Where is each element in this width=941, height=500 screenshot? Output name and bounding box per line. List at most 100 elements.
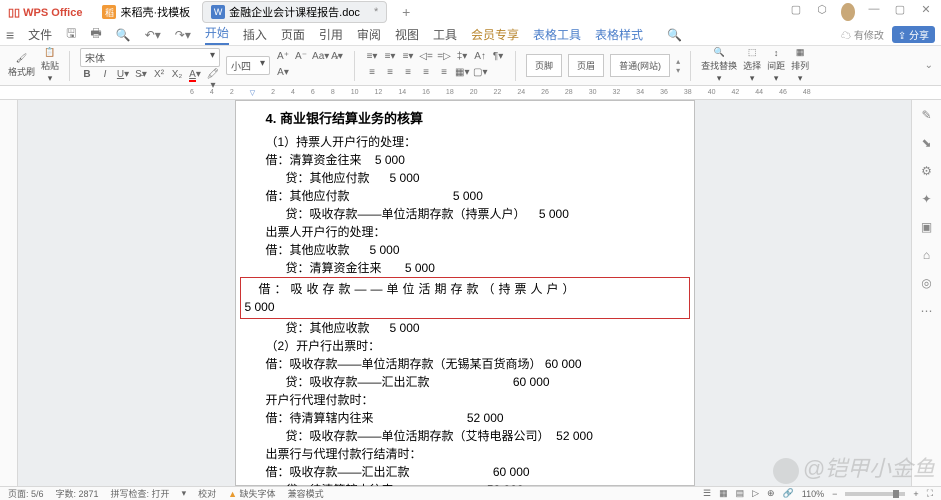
- font-size-select[interactable]: 小四▾: [226, 56, 270, 75]
- shading-button[interactable]: ▦▾: [455, 67, 469, 81]
- italic-button[interactable]: I: [98, 69, 112, 83]
- view-icon[interactable]: ▤: [736, 488, 745, 499]
- menu-table-tools[interactable]: 表格工具: [533, 26, 581, 43]
- search-icon[interactable]: 🔍: [667, 28, 682, 42]
- increase-font-button[interactable]: A⁺: [276, 51, 290, 65]
- tab-template[interactable]: 稻 来稻壳·找模板: [94, 2, 198, 22]
- subscript-button[interactable]: X₂: [170, 69, 184, 83]
- hamburger-icon[interactable]: ≡: [6, 27, 14, 43]
- menu-insert[interactable]: 插入: [243, 26, 267, 43]
- bold-button[interactable]: B: [80, 69, 94, 83]
- align-right-button[interactable]: ≡: [401, 67, 415, 81]
- app-icon[interactable]: ▢: [789, 3, 803, 21]
- word-count[interactable]: 字数: 2871: [56, 487, 99, 500]
- spacing-button[interactable]: ↕间距▾: [767, 48, 785, 84]
- menu-reference[interactable]: 引用: [319, 26, 343, 43]
- more-icon[interactable]: ⋯: [921, 304, 933, 318]
- align-left-button[interactable]: ≡: [365, 67, 379, 81]
- page-indicator[interactable]: 页面: 5/6: [8, 487, 44, 500]
- style-normal-web[interactable]: 普通(网站): [610, 54, 670, 77]
- numbering-button[interactable]: ≡▾: [383, 51, 397, 65]
- horizontal-ruler[interactable]: 642 ▽ 2468 10121416 18202224 26283032 34…: [0, 86, 941, 100]
- select-button[interactable]: ⬚选择▾: [743, 47, 761, 84]
- document-canvas[interactable]: 4. 商业银行结算业务的核算 （1）持票人开户行的处理： 借：清算资金往来 5 …: [18, 100, 911, 486]
- line-spacing-button[interactable]: ‡▾: [455, 51, 469, 65]
- layers-icon[interactable]: ▣: [921, 220, 932, 234]
- style-header[interactable]: 页眉: [568, 54, 604, 77]
- format-painter[interactable]: 🖌 格式刷: [8, 53, 35, 78]
- close-button[interactable]: ✕: [919, 3, 933, 21]
- save-icon[interactable]: 🖫: [66, 24, 76, 45]
- preview-icon[interactable]: 🔍: [116, 28, 131, 42]
- target-icon[interactable]: ⊕: [767, 488, 775, 499]
- compat-mode[interactable]: 兼容模式: [288, 487, 324, 500]
- clear-format-button[interactable]: A̷▾: [330, 51, 344, 65]
- pencil-icon[interactable]: ✎: [921, 108, 931, 122]
- view-icon[interactable]: ☰: [703, 488, 711, 499]
- link-icon[interactable]: 🔗: [783, 488, 794, 499]
- arrange-button[interactable]: ▦排列▾: [791, 47, 809, 84]
- fullscreen-icon[interactable]: ⛶: [927, 488, 933, 499]
- ribbon-collapse-icon[interactable]: ⌄: [925, 60, 933, 71]
- new-tab-button[interactable]: +: [397, 3, 415, 21]
- find-replace-button[interactable]: 🔍查找替换▾: [701, 47, 737, 84]
- style-more[interactable]: ▴▾: [676, 57, 680, 75]
- border-button[interactable]: ▢▾: [473, 67, 487, 81]
- file-menu[interactable]: 文件: [28, 26, 52, 43]
- paste-button[interactable]: 📋 粘贴▾: [41, 47, 59, 84]
- increase-indent-button[interactable]: =▷: [437, 51, 451, 65]
- zoom-in-button[interactable]: +: [913, 489, 918, 499]
- underline-button[interactable]: U▾: [116, 69, 130, 83]
- change-case-button[interactable]: Aa▾: [312, 51, 326, 65]
- sparkle-icon[interactable]: ✦: [921, 192, 931, 206]
- gear-icon[interactable]: ⚙: [921, 164, 932, 178]
- cloud-status[interactable]: ☁ 有修改: [841, 27, 884, 42]
- user-avatar[interactable]: [841, 3, 855, 21]
- minimize-button[interactable]: —: [867, 3, 881, 21]
- maximize-button[interactable]: ▢: [893, 3, 907, 21]
- view-icon[interactable]: ▦: [719, 488, 728, 499]
- text-line: 贷：清算资金往来 5 000: [246, 259, 684, 277]
- highlight-button[interactable]: 🖍▾: [206, 69, 220, 83]
- menu-table-style[interactable]: 表格样式: [595, 26, 643, 43]
- superscript-button[interactable]: X²: [152, 69, 166, 83]
- menu-view[interactable]: 视图: [395, 26, 419, 43]
- show-marks-button[interactable]: ¶▾: [491, 51, 505, 65]
- zoom-out-button[interactable]: −: [832, 489, 837, 499]
- bullets-button[interactable]: ≡▾: [365, 51, 379, 65]
- play-icon[interactable]: ▷: [752, 488, 759, 499]
- document-page[interactable]: 4. 商业银行结算业务的核算 （1）持票人开户行的处理： 借：清算资金往来 5 …: [235, 100, 695, 486]
- sort-button[interactable]: A↑: [473, 51, 487, 65]
- menu-start[interactable]: 开始: [205, 24, 229, 45]
- vertical-ruler[interactable]: [0, 100, 18, 486]
- strike-button[interactable]: S̶▾: [134, 69, 148, 83]
- align-center-button[interactable]: ≡: [383, 67, 397, 81]
- zoom-value[interactable]: 110%: [802, 489, 824, 499]
- circle-icon[interactable]: ◎: [921, 276, 931, 290]
- proofread-status[interactable]: 校对: [198, 487, 216, 500]
- decrease-font-button[interactable]: A⁻: [294, 51, 308, 65]
- menu-page[interactable]: 页面: [281, 26, 305, 43]
- missing-font-warning[interactable]: ▲ 缺失字体: [228, 487, 275, 500]
- zoom-slider[interactable]: [845, 492, 905, 496]
- style-footer[interactable]: 页脚: [526, 54, 562, 77]
- redo-icon[interactable]: ↷▾: [175, 28, 191, 42]
- select-tool-icon[interactable]: ⬊: [921, 136, 931, 150]
- align-justify-button[interactable]: ≡: [419, 67, 433, 81]
- font-color-button[interactable]: A▾: [188, 69, 202, 83]
- menu-review[interactable]: 审阅: [357, 26, 381, 43]
- distribute-button[interactable]: ≡: [437, 67, 451, 81]
- multilevel-button[interactable]: ≡▾: [401, 51, 415, 65]
- menu-tools[interactable]: 工具: [433, 26, 457, 43]
- text-effect-button[interactable]: A▾: [276, 67, 290, 81]
- spell-check-status[interactable]: 拼写检查: 打开: [111, 487, 170, 500]
- tab-document[interactable]: W 金融企业会计课程报告.doc *: [202, 1, 387, 23]
- cube-icon[interactable]: ⬡: [815, 3, 829, 21]
- print-icon[interactable]: 🖶: [90, 24, 101, 45]
- share-button[interactable]: ⇪ 分享: [892, 26, 935, 43]
- undo-icon[interactable]: ↶▾: [145, 28, 161, 42]
- decrease-indent-button[interactable]: ◁=: [419, 51, 433, 65]
- font-name-select[interactable]: 宋体▾: [80, 48, 220, 67]
- menu-member[interactable]: 会员专享: [471, 26, 519, 43]
- tools-icon[interactable]: ⌂: [923, 248, 930, 262]
